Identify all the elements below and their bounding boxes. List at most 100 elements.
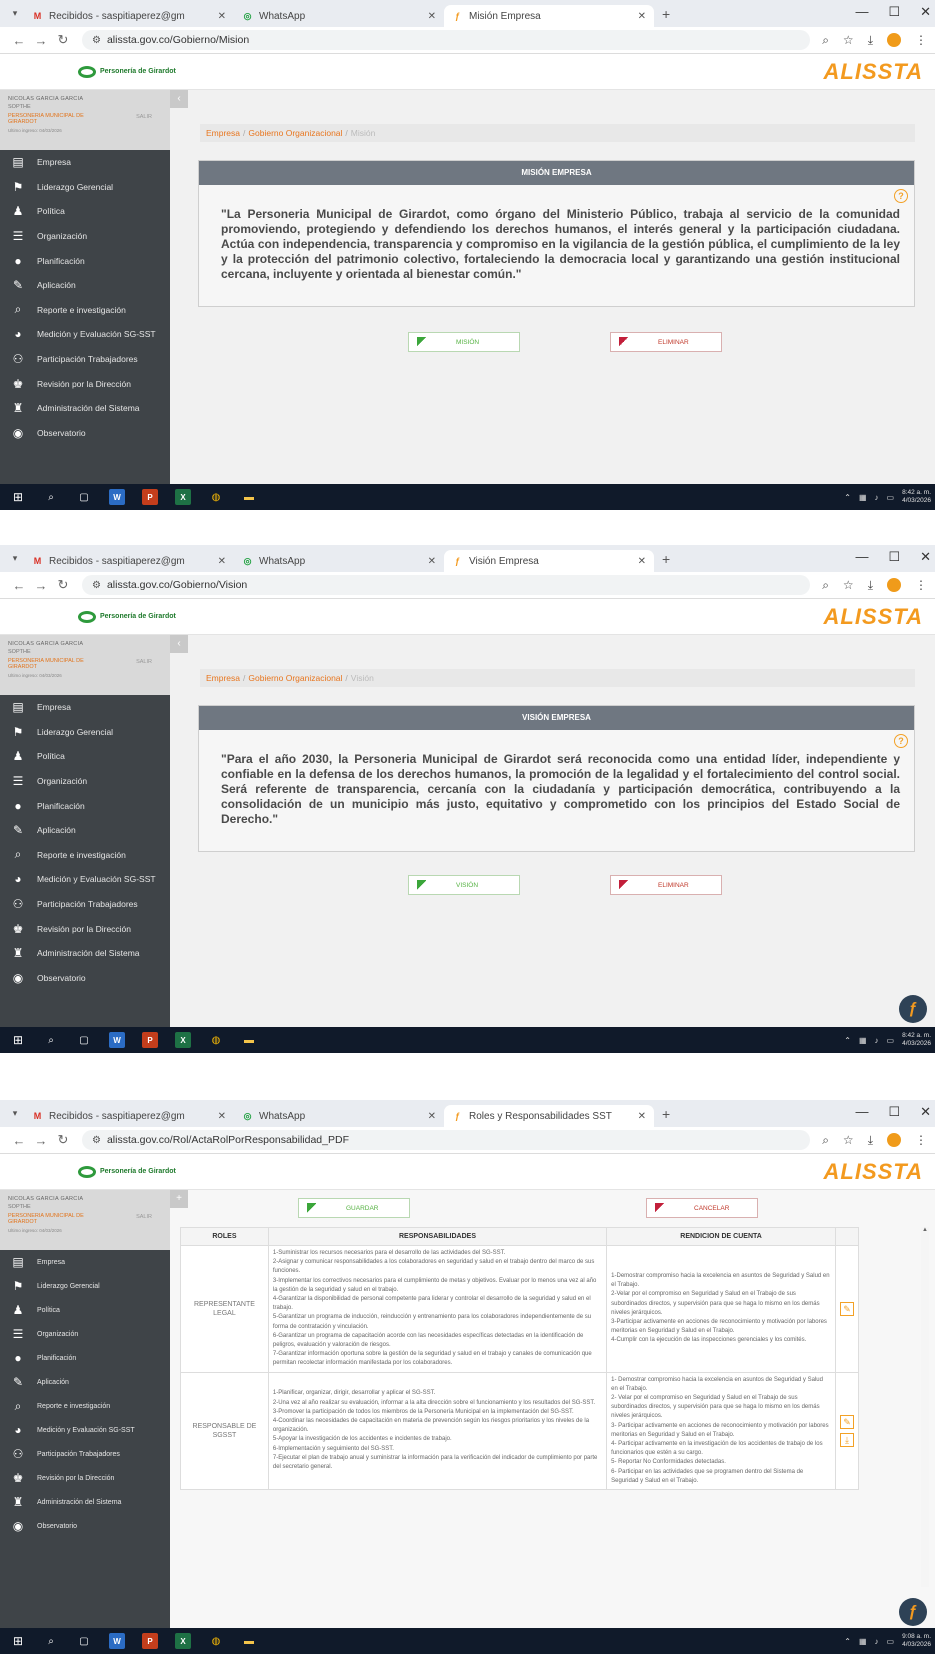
tab-gmail[interactable]: M Recibidos - saspitiaperez@gm ✕ bbox=[24, 1105, 234, 1127]
tab-whatsapp[interactable]: ◎ WhatsApp ✕ bbox=[234, 5, 444, 27]
sidebar-item-planificacion[interactable]: ● Planificación bbox=[0, 793, 170, 818]
windows-start-icon[interactable]: ⊞ bbox=[10, 1032, 26, 1048]
sidebar-item-administracion[interactable]: ♜ Administración del Sistema bbox=[0, 941, 170, 966]
back-icon[interactable]: ← bbox=[8, 1133, 30, 1148]
table-scrollbar[interactable]: ▲ bbox=[921, 1227, 929, 1587]
chrome-icon[interactable]: ◍ bbox=[208, 1633, 224, 1649]
sidebar-item-administracion[interactable]: ♜ Administración del Sistema bbox=[0, 396, 170, 421]
download-icon[interactable]: ⤓ bbox=[868, 1133, 873, 1148]
close-icon[interactable]: ✕ bbox=[218, 11, 226, 22]
tab-whatsapp[interactable]: ◎ WhatsApp ✕ bbox=[234, 550, 444, 572]
new-tab-button[interactable]: + bbox=[654, 1106, 678, 1122]
file-explorer-icon[interactable]: ▬ bbox=[241, 1633, 257, 1649]
tab-search-icon[interactable]: ▾ bbox=[6, 1108, 24, 1119]
search-icon[interactable]: ⌕ bbox=[43, 1633, 59, 1649]
breadcrumb-empresa[interactable]: Empresa bbox=[206, 128, 240, 138]
excel-icon[interactable]: X bbox=[175, 489, 191, 505]
close-icon[interactable]: ✕ bbox=[638, 556, 646, 567]
windows-start-icon[interactable]: ⊞ bbox=[10, 1633, 26, 1649]
url-field[interactable]: ⚙ alissta.gov.co/Rol/ActaRolPorResponsab… bbox=[82, 1130, 811, 1150]
download-icon[interactable]: ⤓ bbox=[868, 33, 873, 48]
mision-button[interactable]: MISIÓN bbox=[408, 332, 520, 352]
forward-icon[interactable]: → bbox=[30, 578, 52, 593]
breadcrumb-empresa[interactable]: Empresa bbox=[206, 673, 240, 683]
sidebar-collapse-button[interactable]: + bbox=[170, 1190, 188, 1208]
tab-search-icon[interactable]: ▾ bbox=[6, 553, 24, 564]
sidebar-item-participacion[interactable]: ⚇ Participación Trabajadores bbox=[0, 1442, 170, 1466]
sidebar-item-revision[interactable]: ♚ Revisión por la Dirección bbox=[0, 371, 170, 396]
tab-whatsapp[interactable]: ◎ WhatsApp ✕ bbox=[234, 1105, 444, 1127]
breadcrumb-gobierno[interactable]: Gobierno Organizacional bbox=[248, 673, 342, 683]
sidebar-item-aplicacion[interactable]: ✎ Aplicación bbox=[0, 273, 170, 298]
sidebar-item-politica[interactable]: ♟ Política bbox=[0, 1298, 170, 1322]
notification-icon[interactable]: ▭ bbox=[887, 1637, 895, 1646]
sidebar-item-medicion[interactable]: ◕ Medición y Evaluación SG-SST bbox=[0, 1418, 170, 1442]
sidebar-item-liderazgo[interactable]: ⚑ Liderazgo Gerencial bbox=[0, 1274, 170, 1298]
help-icon[interactable]: ? bbox=[894, 189, 908, 203]
sidebar-item-observatorio[interactable]: ◉ Observatorio bbox=[0, 966, 170, 991]
sidebar-item-medicion[interactable]: ◕ Medición y Evaluación SG-SST bbox=[0, 322, 170, 347]
close-window-button[interactable]: ✕ bbox=[920, 1104, 931, 1120]
chrome-icon[interactable]: ◍ bbox=[208, 1032, 224, 1048]
excel-icon[interactable]: X bbox=[175, 1633, 191, 1649]
tray-chevron-icon[interactable]: ⌃ bbox=[844, 1036, 851, 1045]
sidebar-item-participacion[interactable]: ⚇ Participación Trabajadores bbox=[0, 347, 170, 372]
clock[interactable]: 8:42 a. m. 4/03/2026 bbox=[902, 489, 931, 505]
guardar-button[interactable]: GUARDAR bbox=[298, 1198, 410, 1218]
sidebar-collapse-button[interactable]: ‹ bbox=[170, 635, 188, 653]
sidebar-item-planificacion[interactable]: ● Planificación bbox=[0, 248, 170, 273]
sidebar-item-participacion[interactable]: ⚇ Participación Trabajadores bbox=[0, 892, 170, 917]
star-icon[interactable]: ☆ bbox=[843, 578, 854, 592]
sidebar-item-planificacion[interactable]: ● Planificación bbox=[0, 1346, 170, 1370]
word-icon[interactable]: W bbox=[109, 1633, 125, 1649]
file-explorer-icon[interactable]: ▬ bbox=[241, 1032, 257, 1048]
minimize-button[interactable]: — bbox=[855, 1104, 868, 1120]
scroll-up-icon[interactable]: ▲ bbox=[921, 1227, 929, 1233]
sidebar-item-revision[interactable]: ♚ Revisión por la Dirección bbox=[0, 916, 170, 941]
sidebar-item-politica[interactable]: ♟ Política bbox=[0, 199, 170, 224]
sidebar-item-reporte[interactable]: ⌕ Reporte e investigación bbox=[0, 843, 170, 868]
vision-button[interactable]: VISIÓN bbox=[408, 875, 520, 895]
task-view-icon[interactable]: ▢ bbox=[76, 1633, 92, 1649]
sidebar-item-aplicacion[interactable]: ✎ Aplicación bbox=[0, 1370, 170, 1394]
powerpoint-icon[interactable]: P bbox=[142, 1633, 158, 1649]
edit-pencil-icon[interactable]: ✎ bbox=[839, 1301, 854, 1316]
reload-icon[interactable]: ↻ bbox=[52, 1132, 74, 1148]
star-icon[interactable]: ☆ bbox=[843, 33, 854, 47]
search-icon[interactable]: ⌕ bbox=[43, 489, 59, 505]
notification-icon[interactable]: ▭ bbox=[887, 1036, 895, 1045]
back-icon[interactable]: ← bbox=[8, 578, 30, 593]
menu-kebab-icon[interactable]: ⋮ bbox=[915, 578, 927, 592]
powerpoint-icon[interactable]: P bbox=[142, 1032, 158, 1048]
sidebar-item-politica[interactable]: ♟ Política bbox=[0, 744, 170, 769]
zoom-icon[interactable]: ⌕ bbox=[822, 1133, 829, 1148]
search-icon[interactable]: ⌕ bbox=[43, 1032, 59, 1048]
url-field[interactable]: ⚙ alissta.gov.co/Gobierno/Mision bbox=[82, 30, 811, 50]
tab-active[interactable]: ƒ Visión Empresa ✕ bbox=[444, 550, 654, 572]
forward-icon[interactable]: → bbox=[30, 33, 52, 48]
breadcrumb-gobierno[interactable]: Gobierno Organizacional bbox=[248, 128, 342, 138]
notification-icon[interactable]: ▭ bbox=[887, 493, 895, 502]
site-info-icon[interactable]: ⚙ bbox=[92, 35, 101, 46]
sidebar-collapse-button[interactable]: ‹ bbox=[170, 90, 188, 108]
cancelar-button[interactable]: CANCELAR bbox=[646, 1198, 758, 1218]
minimize-button[interactable]: — bbox=[855, 4, 868, 20]
task-view-icon[interactable]: ▢ bbox=[76, 489, 92, 505]
eliminar-button[interactable]: ELIMINAR bbox=[610, 332, 722, 352]
word-icon[interactable]: W bbox=[109, 1032, 125, 1048]
profile-avatar[interactable] bbox=[887, 33, 901, 47]
network-icon[interactable]: ▦ bbox=[859, 1036, 867, 1045]
download-pdf-icon[interactable]: ⤓ bbox=[839, 1432, 854, 1447]
chrome-icon[interactable]: ◍ bbox=[208, 489, 224, 505]
volume-icon[interactable]: ♪ bbox=[875, 493, 879, 502]
volume-icon[interactable]: ♪ bbox=[875, 1637, 879, 1646]
sidebar-item-liderazgo[interactable]: ⚑ Liderazgo Gerencial bbox=[0, 720, 170, 745]
reload-icon[interactable]: ↻ bbox=[52, 32, 74, 48]
eliminar-button[interactable]: ELIMINAR bbox=[610, 875, 722, 895]
sidebar-item-organizacion[interactable]: ☰ Organización bbox=[0, 769, 170, 794]
zoom-icon[interactable]: ⌕ bbox=[822, 578, 829, 593]
logout-button[interactable]: SALIR bbox=[136, 1214, 152, 1220]
tray-chevron-icon[interactable]: ⌃ bbox=[844, 493, 851, 502]
tab-gmail[interactable]: M Recibidos - saspitiaperez@gm ✕ bbox=[24, 5, 234, 27]
help-icon[interactable]: ? bbox=[894, 734, 908, 748]
